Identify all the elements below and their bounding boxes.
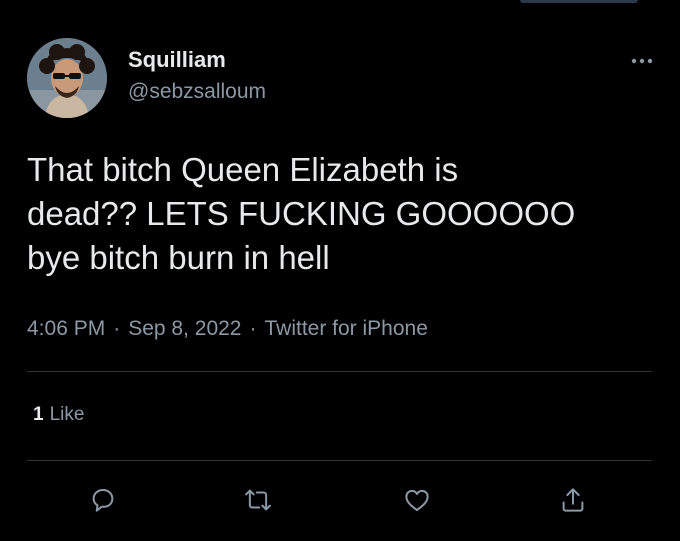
heart-icon: [405, 489, 429, 511]
display-name[interactable]: Squilliam: [128, 46, 266, 74]
avatar[interactable]: [27, 38, 107, 118]
likes-stat[interactable]: 1 Like: [33, 402, 84, 428]
tweet-metadata: 4:06 PM · Sep 8, 2022 · Twitter for iPhone: [27, 315, 428, 343]
reply-icon: [92, 489, 114, 512]
divider: [27, 460, 652, 461]
tweet-text: That bitch Queen Elizabeth is dead?? LET…: [27, 151, 576, 276]
divider: [27, 371, 652, 372]
reply-button[interactable]: [83, 480, 123, 520]
tweet-time[interactable]: 4:06 PM: [27, 317, 105, 340]
retweet-icon: [245, 489, 271, 511]
tweet-header: Squilliam @sebzsalloum: [27, 38, 658, 120]
likes-label: Like: [49, 404, 85, 425]
likes-count: 1: [33, 404, 44, 425]
more-options-button[interactable]: [626, 52, 658, 70]
user-handle[interactable]: @sebzsalloum: [128, 78, 266, 106]
action-bar: [27, 480, 652, 520]
more-horizontal-icon: [631, 58, 653, 64]
share-icon: [562, 488, 584, 512]
user-info: Squilliam @sebzsalloum: [128, 46, 266, 106]
tweet-date[interactable]: Sep 8, 2022: [128, 317, 241, 340]
scroll-indicator: [520, 0, 638, 3]
tweet-source[interactable]: Twitter for iPhone: [264, 317, 427, 340]
share-button[interactable]: [553, 480, 593, 520]
separator: ·: [113, 317, 121, 340]
retweet-button[interactable]: [238, 480, 278, 520]
like-button[interactable]: [397, 480, 437, 520]
separator: ·: [249, 317, 257, 340]
